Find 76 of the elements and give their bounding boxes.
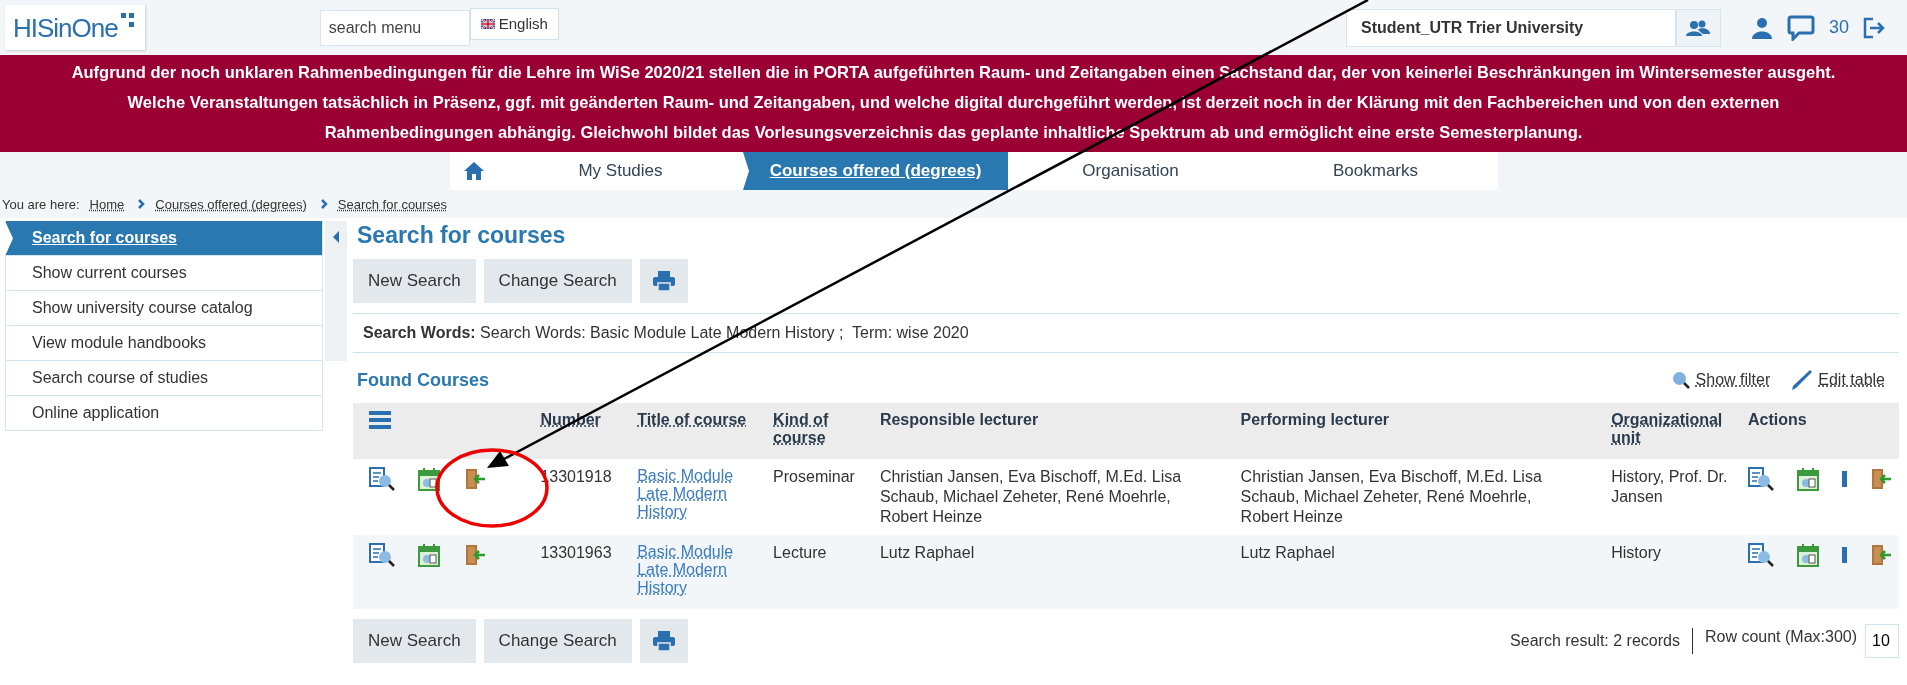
chevron-icon bbox=[320, 199, 328, 209]
nav-tab[interactable]: Courses offered (degrees) bbox=[743, 152, 1008, 190]
print-button[interactable] bbox=[639, 619, 688, 663]
table-cell: Christian Jansen, Eva Bischoff, M.Ed. Lisa Schaub, Michael Zeheter, René Moehrle, Robert Heinze bbox=[873, 459, 1235, 535]
logo-text: HISinOne bbox=[13, 13, 118, 44]
course-link[interactable]: Basic Module Late Modern History bbox=[637, 467, 762, 521]
table-cell: Lutz Raphael bbox=[873, 535, 1235, 609]
row-count-field[interactable]: 10 bbox=[1865, 624, 1899, 658]
breadcrumb-link[interactable]: Home bbox=[89, 196, 125, 212]
show-filter-link[interactable]: Show filter bbox=[1695, 371, 1771, 389]
switch-role-button[interactable] bbox=[1675, 8, 1721, 47]
printer-icon bbox=[652, 631, 675, 651]
table-cell: Lutz Raphael bbox=[1234, 535, 1606, 609]
details-icon[interactable] bbox=[369, 543, 395, 567]
sidebar-item[interactable]: Search course of studies bbox=[5, 361, 323, 396]
person-icon[interactable] bbox=[1750, 16, 1773, 39]
section-title: Found Courses bbox=[356, 369, 489, 391]
table-cell: Proseminar bbox=[767, 459, 874, 535]
column-header: Performing lecturer bbox=[1240, 411, 1390, 429]
people-icon bbox=[1686, 19, 1711, 36]
role-selector[interactable]: Student_UTR Trier University bbox=[1345, 8, 1676, 47]
search-icon[interactable] bbox=[1671, 371, 1690, 389]
logo[interactable]: HISinOne bbox=[5, 5, 145, 50]
door-enter-icon[interactable] bbox=[463, 467, 487, 491]
table-cell: History bbox=[1605, 535, 1742, 609]
home-icon bbox=[464, 162, 484, 180]
details-icon[interactable] bbox=[1748, 467, 1774, 491]
sidebar-item[interactable]: Show university course catalog bbox=[5, 291, 323, 326]
chat-icon[interactable] bbox=[1786, 14, 1815, 41]
details-icon[interactable] bbox=[1748, 543, 1774, 567]
result-count: Search result: 2 records bbox=[1510, 632, 1680, 650]
search-field[interactable]: search menu bbox=[319, 9, 470, 46]
pencil-icon[interactable] bbox=[1790, 369, 1813, 391]
menu-icon[interactable] bbox=[369, 411, 391, 429]
squares-icon bbox=[120, 13, 135, 29]
row-count-label: Row count (Max:300) bbox=[1704, 628, 1857, 646]
sortable-column-header[interactable]: Kind of course bbox=[773, 411, 868, 447]
breadcrumb-link[interactable]: Courses offered (degrees) bbox=[155, 196, 307, 212]
action-button[interactable]: New Search bbox=[353, 259, 476, 303]
door-enter-icon[interactable] bbox=[1869, 543, 1893, 567]
sortable-column-header[interactable]: Organizational unit bbox=[1611, 411, 1736, 447]
page-title: Search for courses bbox=[357, 222, 567, 249]
action-button[interactable]: Change Search bbox=[483, 619, 632, 663]
calendar-icon[interactable] bbox=[1796, 467, 1820, 491]
flag-icon bbox=[480, 18, 495, 29]
course-link[interactable]: Basic Module Late Modern History bbox=[637, 543, 762, 597]
table-cell: 13301963 bbox=[534, 535, 632, 609]
calendar-icon[interactable] bbox=[1796, 543, 1820, 567]
language-button[interactable]: English bbox=[469, 7, 559, 40]
column-header: Actions bbox=[1748, 411, 1807, 429]
printer-icon bbox=[652, 271, 675, 291]
edit-table-link[interactable]: Edit table bbox=[1818, 371, 1885, 389]
action-button[interactable]: New Search bbox=[353, 619, 476, 663]
details-icon[interactable] bbox=[369, 467, 395, 491]
sidebar-item[interactable]: Search for courses bbox=[5, 221, 323, 256]
door-enter-icon[interactable] bbox=[1869, 467, 1893, 491]
action-button[interactable]: Change Search bbox=[483, 259, 632, 303]
calendar-icon[interactable] bbox=[417, 543, 441, 567]
sortable-column-header[interactable]: Title of course bbox=[637, 411, 747, 429]
print-button[interactable] bbox=[639, 259, 688, 303]
table-cell: Christian Jansen, Eva Bischoff, M.Ed. Lisa Schaub, Michael Zeheter, René Moehrle, Robert Heinze bbox=[1234, 459, 1606, 535]
sidebar-item[interactable]: Online application bbox=[5, 396, 323, 431]
table-cell: Lecture bbox=[767, 535, 874, 609]
table-cell: History, Prof. Dr. Jansen bbox=[1605, 459, 1742, 535]
collapse-icon bbox=[332, 231, 340, 243]
door-enter-icon[interactable] bbox=[463, 543, 487, 567]
calendar-icon[interactable] bbox=[417, 467, 441, 491]
breadcrumb-label: You are here: bbox=[2, 196, 80, 212]
sidebar-item[interactable]: View module handbooks bbox=[5, 326, 323, 361]
column-header: Responsible lecturer bbox=[879, 411, 1039, 429]
collapse-handle[interactable] bbox=[325, 221, 347, 361]
chevron-icon bbox=[138, 199, 146, 209]
breadcrumb-link[interactable]: Search for courses bbox=[337, 196, 447, 212]
logout-icon[interactable] bbox=[1863, 16, 1885, 39]
sidebar-item[interactable]: Show current courses bbox=[5, 256, 323, 291]
message-count[interactable]: 30 bbox=[1828, 17, 1849, 38]
